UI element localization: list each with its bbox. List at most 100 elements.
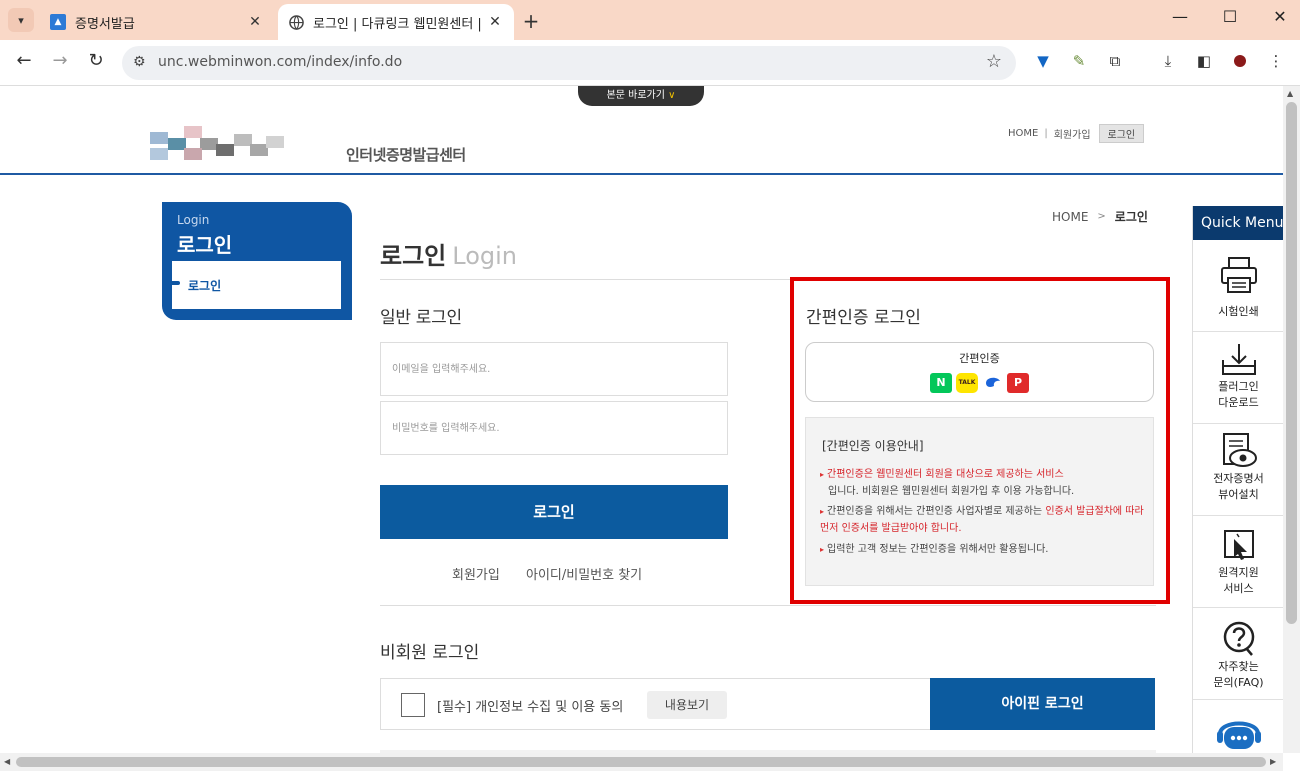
quick-item-chat-support[interactable] [1193,700,1283,753]
general-login-title: 일반 로그인 [380,308,462,328]
bookmark-star-icon[interactable]: ☆ [986,51,1002,72]
login-link[interactable]: 로그인 [1098,124,1145,143]
account-links: 회원가입 아이디/비밀번호 찾기 [452,564,664,583]
login-button[interactable]: 로그인 [380,485,728,539]
new-tab-button[interactable]: + [520,9,542,33]
close-tab-icon[interactable]: ✕ [486,14,504,30]
download-icon[interactable]: ⤓ [1157,52,1179,74]
privacy-consent-row: [필수] 개인정보 수집 및 이용 동의 내용보기 [380,678,931,730]
quick-item-label: 자주찾는 [1218,660,1259,673]
minimize-icon[interactable]: — [1165,7,1195,26]
breadcrumb-current: 로그인 [1114,210,1148,224]
web-page: 본문 바로가기 ∨ 인터넷증명발급센터 HOME | 회원가입 로그인 Logi… [0,86,1283,753]
active-indicator [164,281,180,285]
profile-avatar-icon[interactable] [1229,52,1251,74]
header-divider [0,173,1283,175]
extensions-puzzle-icon[interactable]: ⧉ [1104,52,1126,74]
quick-item-plugin-download[interactable]: 플러그인 다운로드 [1193,332,1283,424]
password-field[interactable] [380,401,728,455]
guide-item: ▸ 간편인증은 웹민원센터 회원을 대상으로 제공하는 서비스 입니다. 비회원은 … [820,466,1150,500]
quick-item-test-print[interactable]: 시험인쇄 [1193,240,1283,332]
tab-title: 증명서발급 [75,16,135,32]
tab-search-button[interactable]: ▾ [8,8,34,32]
address-bar[interactable]: ⚙ unc.webminwon.com/index/info.do ☆ [122,46,1016,80]
guide-item-text: 입니다. 비회원은 웹민원센터 회원가입 후 이용 가능합니다. [828,486,1075,497]
close-tab-icon[interactable]: ✕ [246,14,264,30]
lnb-item-label: 로그인 [188,279,222,293]
utility-nav: HOME | 회원가입 로그인 [1008,124,1145,143]
question-bubble-icon [1223,621,1254,656]
scroll-left-icon[interactable]: ◀ [4,757,10,766]
home-link[interactable]: HOME [1008,128,1038,139]
browser-tab-1[interactable]: ▲ 증명서발급 ✕ [40,4,274,40]
page-title-en: Login [452,242,517,270]
email-input[interactable] [381,343,727,395]
nonmember-login-title: 비회원 로그인 [380,643,480,663]
view-content-button[interactable]: 내용보기 [647,691,727,719]
chevron-down-icon: ▾ [18,13,24,27]
quick-item-label: 다운로드 [1218,396,1259,409]
extension-leaf-icon[interactable]: ✎ [1068,52,1090,74]
quick-item-viewer-install[interactable]: 전자증명서 뷰어설치 [1193,424,1283,516]
vertical-scroll-thumb[interactable] [1286,102,1297,624]
naver-icon: N [930,373,952,393]
lnb-title: 로그인 [177,233,233,257]
quick-item-remote-support[interactable]: 원격지원 서비스 [1193,516,1283,608]
page-title-ko: 로그인 [380,242,447,270]
payco-icon: P [1007,373,1029,393]
quick-item-faq[interactable]: 자주찾는 문의(FAQ) [1193,608,1283,700]
horizontal-scrollbar[interactable]: ◀ ▶ [0,753,1283,771]
left-nav: Login 로그인 로그인 [162,202,352,320]
simple-auth-label: 간편인증 [959,352,1000,365]
password-input[interactable] [381,402,727,454]
page-title: 로그인 Login [380,236,517,271]
guide-item-text: 입력한 고객 정보는 간편인증을 위해서만 활용됩니다. [827,544,1049,555]
simple-login-title: 간편인증 로그인 [806,308,921,328]
horizontal-scroll-thumb[interactable] [16,757,1266,767]
forward-arrow-icon[interactable]: → [48,50,72,71]
extension-shield-icon[interactable]: ▼ [1032,52,1054,74]
reload-icon[interactable]: ↻ [84,50,108,71]
skip-link-label: 본문 바로가기 [606,90,665,101]
side-panel-icon[interactable]: ◧ [1193,52,1215,74]
printer-icon [1220,257,1257,293]
site-settings-icon[interactable]: ⚙ [133,54,146,70]
privacy-consent-checkbox[interactable] [401,693,425,717]
site-logo[interactable] [150,126,285,162]
join-link[interactable]: 회원가입 [1054,126,1091,141]
browser-menu-icon[interactable]: ⋮ [1265,52,1287,74]
maximize-icon[interactable]: ☐ [1215,7,1245,26]
breadcrumb: HOME > 로그인 [1052,208,1148,225]
chart-favicon-icon: ▲ [50,14,66,30]
kakao-talk-icon: TALK [956,373,978,393]
chevron-right-icon: > [1097,211,1106,222]
scroll-right-icon[interactable]: ▶ [1270,757,1276,766]
quick-item-label: 뷰어설치 [1218,488,1259,501]
remote-cursor-icon [1223,530,1254,560]
privacy-consent-label: [필수] 개인정보 수집 및 이용 동의 [437,700,624,715]
tab-title: 로그인 | 다큐링크 웹민원센터 | [313,16,482,32]
quick-item-label: 원격지원 [1218,566,1259,579]
breadcrumb-home[interactable]: HOME [1052,210,1088,224]
skip-to-content-link[interactable]: 본문 바로가기 ∨ [578,86,704,106]
simple-auth-button[interactable]: 간편인증 N TALK P [805,342,1154,402]
guide-item-text: 간편인증을 위해서는 간편인증 사업자별로 제공하는 [827,506,1046,517]
scroll-up-icon[interactable]: ▲ [1287,89,1293,98]
vertical-scrollbar[interactable]: ▲ [1283,86,1300,753]
separator: | [1044,128,1048,139]
lnb-subtitle: Login [177,213,210,227]
lnb-item-login[interactable]: 로그인 [172,261,341,309]
document-eye-icon [1222,433,1257,467]
quick-menu-title: Quick Menu [1193,206,1283,240]
join-link[interactable]: 회원가입 [452,568,500,583]
find-id-password-link[interactable]: 아이디/비밀번호 찾기 [526,568,642,583]
simple-auth-guide: [간편인증 이용안내] ▸ 간편인증은 웹민원센터 회원을 대상으로 제공하는 서… [805,417,1154,586]
email-field[interactable] [380,342,728,396]
quick-item-label: 시험인쇄 [1218,305,1259,318]
close-window-icon[interactable]: ✕ [1265,7,1295,26]
ipin-login-button[interactable]: 아이핀 로그인 [930,678,1155,730]
guide-item-emphasis: 간편인증은 웹민원센터 회원을 대상으로 제공하는 서비스 [827,469,1064,480]
url-text[interactable]: unc.webminwon.com/index/info.do [158,54,402,70]
browser-tab-2[interactable]: 로그인 | 다큐링크 웹민원센터 | ✕ [278,4,514,40]
back-arrow-icon[interactable]: ← [12,50,36,71]
